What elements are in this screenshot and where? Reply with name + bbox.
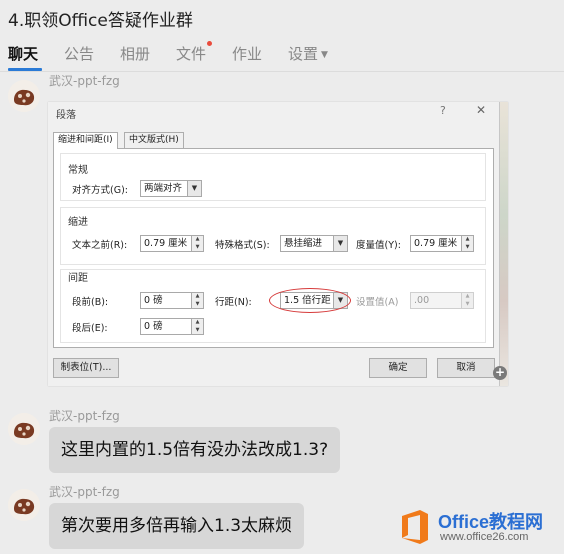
indent-before-field: 0.79 厘米	[140, 235, 192, 252]
tab-album[interactable]: 相册	[120, 43, 150, 64]
ok-button: 确定	[369, 358, 427, 378]
space-before-stepper: ▲ ▼	[192, 292, 204, 309]
paragraph-dialog: 段落 ? ✕ 缩进和间距(I) 中文版式(H) 常规 对齐方式(G): 两端对齐…	[48, 102, 500, 386]
avatar-icon	[8, 413, 40, 445]
line-spacing-label: 行距(N):	[215, 297, 252, 308]
at-label: 设置值(A)	[356, 297, 399, 308]
sender-name: 武汉-ppt-fzg	[49, 74, 120, 88]
avatar[interactable]	[8, 489, 40, 521]
by-label: 度量值(Y):	[356, 240, 401, 251]
space-after-label: 段后(E):	[72, 323, 108, 334]
group-title: 4.职领Office答疑作业群	[8, 11, 193, 31]
dialog-panel: 常规 对齐方式(G): 两端对齐 ▼ 缩进 文本之前(R): 0.79 厘米 ▲…	[53, 148, 494, 348]
help-icon: ?	[440, 104, 446, 117]
avatar[interactable]	[8, 413, 40, 445]
zoom-in-icon[interactable]: +	[493, 366, 507, 380]
tab-announcements[interactable]: 公告	[64, 43, 94, 64]
avatar-icon	[8, 489, 40, 521]
indent-before-stepper: ▲ ▼	[192, 235, 204, 252]
alignment-label: 对齐方式(G):	[72, 185, 128, 196]
message-bubble[interactable]: 第次要用多倍再输入1.3太麻烦	[49, 503, 305, 549]
office-logo-icon	[402, 510, 428, 544]
cancel-button: 取消	[437, 358, 495, 378]
tab-files[interactable]: 文件	[176, 43, 206, 64]
chevron-down-icon: ▼	[321, 49, 328, 60]
close-icon: ✕	[476, 103, 487, 117]
active-tab-indicator	[8, 68, 42, 71]
sender-name: 武汉-ppt-fzg	[49, 409, 120, 423]
sender-name: 武汉-ppt-fzg	[49, 485, 120, 499]
tab-indent-spacing: 缩进和间距(I)	[53, 132, 118, 149]
alignment-select: 两端对齐	[140, 180, 188, 197]
tab-chinese-typography: 中文版式(H)	[124, 132, 184, 148]
by-stepper: ▲ ▼	[462, 235, 474, 252]
chevron-down-icon: ▼	[188, 180, 202, 197]
special-select: 悬挂缩进	[280, 235, 334, 252]
tab-settings[interactable]: 设置 ▼	[288, 43, 328, 64]
tab-stops-button: 制表位(T)...	[53, 358, 119, 378]
general-title: 常规	[68, 165, 88, 176]
by-field: 0.79 厘米	[410, 235, 462, 252]
special-label: 特殊格式(S):	[215, 240, 270, 251]
space-before-label: 段前(B):	[72, 297, 109, 308]
avatar[interactable]	[8, 80, 40, 112]
tab-chat[interactable]: 聊天	[8, 43, 38, 64]
indent-before-label: 文本之前(R):	[72, 240, 128, 251]
avatar-icon	[8, 80, 40, 112]
space-before-field: 0 磅	[140, 292, 192, 309]
watermark-url: www.office26.com	[440, 531, 529, 543]
space-after-field: 0 磅	[140, 318, 192, 335]
tab-settings-label: 设置	[288, 45, 319, 63]
tab-bar: 聊天 公告 相册 文件 作业 设置 ▼	[0, 38, 564, 72]
tab-homework[interactable]: 作业	[232, 43, 262, 64]
space-after-stepper: ▲ ▼	[192, 318, 204, 335]
files-unread-dot	[207, 41, 212, 46]
at-field: .00	[410, 292, 462, 309]
spacing-title: 间距	[68, 273, 88, 284]
indent-title: 缩进	[68, 217, 88, 228]
at-stepper: ▲ ▼	[462, 292, 474, 309]
dialog-title: 段落	[56, 110, 76, 121]
highlight-circle	[269, 288, 351, 313]
document-background	[500, 102, 508, 386]
message-image[interactable]: 段落 ? ✕ 缩进和间距(I) 中文版式(H) 常规 对齐方式(G): 两端对齐…	[48, 102, 508, 386]
chevron-down-icon: ▼	[334, 235, 348, 252]
message-bubble[interactable]: 这里内置的1.5倍有没办法改成1.3?	[49, 427, 341, 473]
